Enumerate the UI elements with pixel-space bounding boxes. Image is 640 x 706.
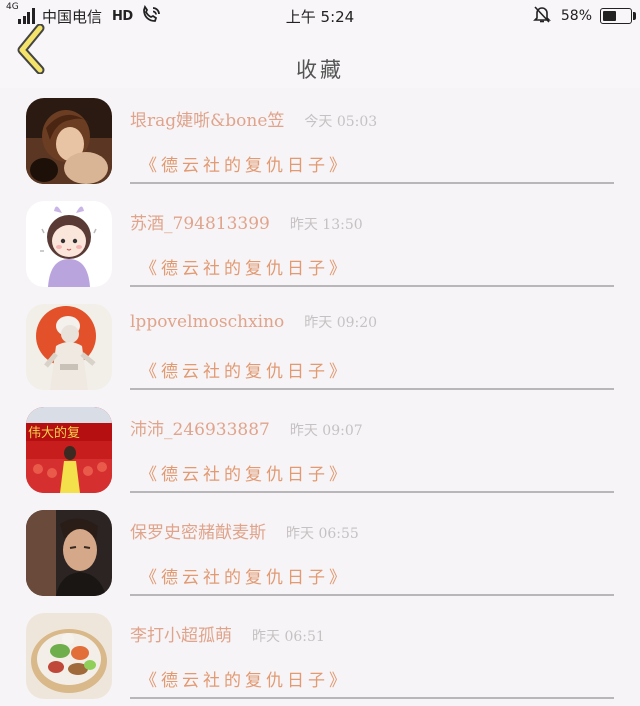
list-item[interactable]: 李打小超孤萌 昨天 06:51 《德云社的复仇日子》 (0, 603, 640, 706)
timestamp: 昨天 09:07 (289, 423, 363, 439)
list-item[interactable]: lppovelmoschxino 昨天 09:20 《德云社的复仇日子》 (0, 294, 640, 397)
mute-bell-icon (532, 5, 551, 27)
svg-text:伟大的复: 伟大的复 (28, 425, 80, 441)
favorite-link[interactable]: 《德云社的复仇日子》 (140, 666, 350, 691)
favorite-link[interactable]: 《德云社的复仇日子》 (140, 563, 350, 588)
list-item[interactable]: 伟大的复 沛沛_246933887 昨天 09:07 《德云社的复仇日子》 (0, 397, 640, 500)
divider (130, 388, 614, 390)
username[interactable]: 苏酒_794813399 (130, 209, 270, 234)
avatar[interactable] (26, 201, 112, 287)
divider (130, 697, 614, 699)
username[interactable]: 沛沛_246933887 (130, 415, 270, 440)
favorite-link[interactable]: 《德云社的复仇日子》 (140, 254, 350, 279)
timestamp: 昨天 13:50 (289, 217, 363, 233)
username[interactable]: 李打小超孤萌 (130, 621, 232, 646)
header-bar: 收藏 (0, 23, 640, 88)
username[interactable]: lppovelmoschxino (130, 312, 284, 332)
list-item[interactable]: 苏酒_794813399 昨天 13:50 《德云社的复仇日子》 (0, 191, 640, 294)
favorite-link[interactable]: 《德云社的复仇日子》 (140, 460, 350, 485)
timestamp: 今天 05:03 (304, 114, 378, 130)
status-bar: 4G 中国电信 HD 上午 5:24 58% (0, 0, 640, 32)
username[interactable]: 保罗史密赭猷麦斯 (130, 518, 266, 543)
battery-icon (600, 8, 636, 24)
avatar[interactable] (26, 613, 112, 699)
avatar[interactable] (26, 98, 112, 184)
username[interactable]: 垠rag婕哳&bone笠 (130, 106, 284, 131)
list-item[interactable]: 垠rag婕哳&bone笠 今天 05:03 《德云社的复仇日子》 (0, 88, 640, 191)
avatar[interactable] (26, 304, 112, 390)
list-item[interactable]: 保罗史密赭猷麦斯 昨天 06:55 《德云社的复仇日子》 (0, 500, 640, 603)
avatar[interactable] (26, 510, 112, 596)
favorites-list: 垠rag婕哳&bone笠 今天 05:03 《德云社的复仇日子》 苏酒_7948… (0, 88, 640, 706)
divider (130, 594, 614, 596)
divider (130, 182, 614, 184)
battery-percent: 58% (560, 8, 592, 24)
favorite-link[interactable]: 《德云社的复仇日子》 (140, 357, 350, 382)
avatar[interactable]: 伟大的复 (26, 407, 112, 493)
page-title: 收藏 (296, 58, 344, 82)
timestamp: 昨天 09:20 (304, 315, 378, 331)
favorite-link[interactable]: 《德云社的复仇日子》 (140, 151, 350, 176)
timestamp: 昨天 06:55 (286, 526, 359, 542)
divider (130, 491, 614, 493)
divider (130, 285, 614, 287)
timestamp: 昨天 06:51 (252, 629, 325, 645)
